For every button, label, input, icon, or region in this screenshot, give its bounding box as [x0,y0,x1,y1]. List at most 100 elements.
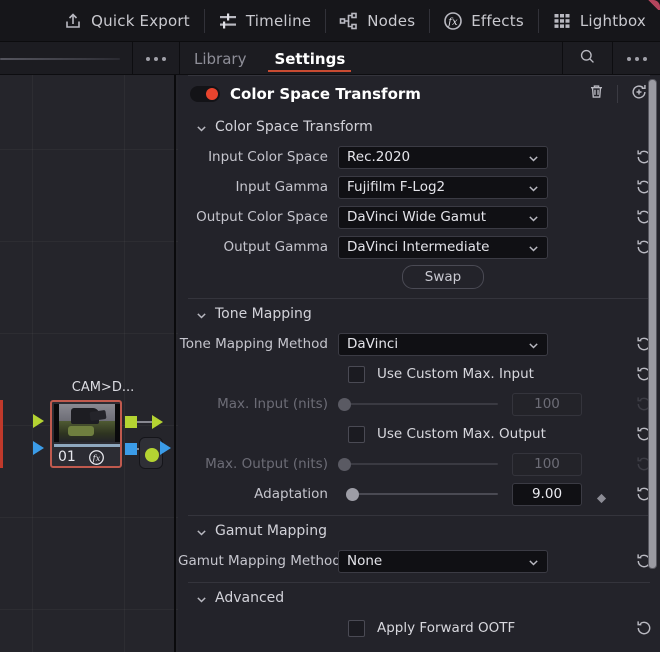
swap-button[interactable]: Swap [401,265,485,289]
value-max-input-nits[interactable]: 100 [512,392,582,416]
chevron-down-icon [196,526,207,537]
row-use-custom-max-input: Use Custom Max. Input [178,359,660,389]
group-label: Tone Mapping [215,306,312,322]
inspector-scrollbar[interactable] [648,79,657,604]
node-graph-output-arrow-rgb [152,415,163,429]
label-input-gamma: Input Gamma [235,179,328,195]
slider-max-output-nits[interactable] [338,456,498,473]
select-value: DaVinci Wide Gamut [347,209,487,225]
slider-knob[interactable] [346,487,359,501]
effect-controls: Color Space Transform Input Color Space … [178,112,660,652]
slider-knob[interactable] [338,397,351,411]
chevron-down-icon [196,593,207,604]
checkbox-use-custom-max-input[interactable] [348,365,365,383]
slider-max-input-nits[interactable] [338,396,498,413]
select-output-color-space[interactable]: DaVinci Wide Gamut [338,205,548,229]
select-value: DaVinci Intermediate [347,239,490,255]
select-tone-mapping-method[interactable]: DaVinci [338,332,548,356]
color-node-01[interactable]: 01 fx [50,400,122,468]
chevron-down-icon [528,556,539,567]
inspector-panel: Color Space Transform Color Space Transf… [178,75,660,652]
row-tone-mapping-method: Tone Mapping Method DaVinci [178,329,660,359]
more-options-icon [146,56,166,61]
toolbar-item-nodes[interactable]: Nodes [325,0,429,42]
row-apply-forward-ootf: Apply Forward OOTF [178,613,660,643]
label-input-color-space: Input Color Space [208,149,328,165]
node-number-label: 01 [58,449,76,465]
svg-text:fx: fx [92,454,101,464]
scrollbar-thumb[interactable] [648,79,657,569]
fx-icon: fx [443,11,463,31]
group-header-tone-mapping[interactable]: Tone Mapping [178,299,660,329]
tab-settings-label: Settings [274,49,346,68]
toolbar-label-lightbox: Lightbox [579,11,646,30]
toggle-knob-icon [206,87,218,100]
group-label: Color Space Transform [215,119,373,135]
node-input-rgb-port[interactable] [33,414,44,428]
row-max-input-nits: Max. Input (nits) 100 [178,389,660,419]
select-value: Fujifilm F-Log2 [347,179,446,195]
search-button[interactable] [562,42,612,75]
checkbox-apply-forward-ootf[interactable] [348,619,365,637]
toolbar-item-timeline[interactable]: Timeline [203,0,325,42]
select-input-gamma[interactable]: Fujifilm F-Log2 [338,175,548,199]
inspector-tabs: Library Settings [180,42,359,75]
export-icon [63,11,83,31]
svg-text:fx: fx [447,17,458,28]
value-adaptation[interactable]: 9.00 [512,482,582,506]
chevron-down-icon [528,152,539,163]
lightbox-icon [552,11,572,31]
node-output-key-port[interactable] [125,443,137,455]
group-header-color-space-transform[interactable]: Color Space Transform [178,112,660,142]
row-max-output-nits: Max. Output (nits) 100 [178,449,660,479]
slider-track [346,463,498,465]
select-input-color-space[interactable]: Rec.2020 [338,145,548,169]
select-value: None [347,553,383,569]
panel-divider[interactable] [174,75,176,652]
row-adaptation: Adaptation 9.00 [178,479,660,509]
row-swap: Swap [178,262,660,292]
node-graph-left-accent [0,400,3,468]
window-corner-accent [644,0,660,10]
slider-track [346,403,498,405]
node-zoom-slider-track[interactable] [0,57,120,60]
slider-adaptation[interactable] [338,486,498,503]
fx-badge-icon: fx [88,449,105,466]
select-value: Rec.2020 [347,149,411,165]
tab-settings[interactable]: Settings [260,42,359,75]
toolbar-item-effects[interactable]: fx Effects [429,0,538,42]
toolbar-item-quick-export[interactable]: Quick Export [49,0,204,42]
group-header-advanced[interactable]: Advanced [178,583,660,613]
label-use-custom-max-input: Use Custom Max. Input [377,366,534,382]
slider-knob[interactable] [338,457,351,471]
row-gamut-mapping-method: Gamut Mapping Method None [178,546,660,576]
value-max-output-nits[interactable]: 100 [512,452,582,476]
node-zoom-slider[interactable] [0,42,132,75]
node-input-key-port[interactable] [33,441,44,455]
group-header-gamut-mapping[interactable]: Gamut Mapping [178,516,660,546]
row-input-color-space: Input Color Space Rec.2020 [178,142,660,172]
chevron-down-icon [528,182,539,193]
toolbar-label-quick-export: Quick Export [91,11,190,30]
reset-apply-forward-ootf-button[interactable] [636,620,652,636]
label-tone-mapping-method: Tone Mapping Method [179,336,328,352]
effect-enable-toggle[interactable] [190,85,220,102]
trash-icon[interactable] [588,83,605,104]
node-output-rgb-port[interactable] [125,416,137,428]
keyframe-diamond-icon[interactable] [596,489,607,503]
checkbox-use-custom-max-output[interactable] [348,425,365,443]
inspector-options-button[interactable] [612,42,660,75]
output-node-dot-icon [145,448,159,462]
node-panel-options-button[interactable] [132,42,180,75]
tab-library[interactable]: Library [180,42,260,75]
header-separator [617,84,618,103]
checkbox-group-apply-forward-ootf: Apply Forward OOTF [348,619,515,637]
select-gamut-mapping-method[interactable]: None [338,549,548,573]
label-use-custom-max-output: Use Custom Max. Output [377,426,546,442]
toolbar-item-lightbox[interactable]: Lightbox [537,0,660,42]
select-output-gamma[interactable]: DaVinci Intermediate [338,235,548,259]
nodes-icon [339,11,359,31]
node-graph-canvas[interactable]: CAM>D... 01 fx [0,75,178,652]
add-keyframe-icon[interactable] [630,83,648,105]
tab-library-label: Library [194,49,247,68]
